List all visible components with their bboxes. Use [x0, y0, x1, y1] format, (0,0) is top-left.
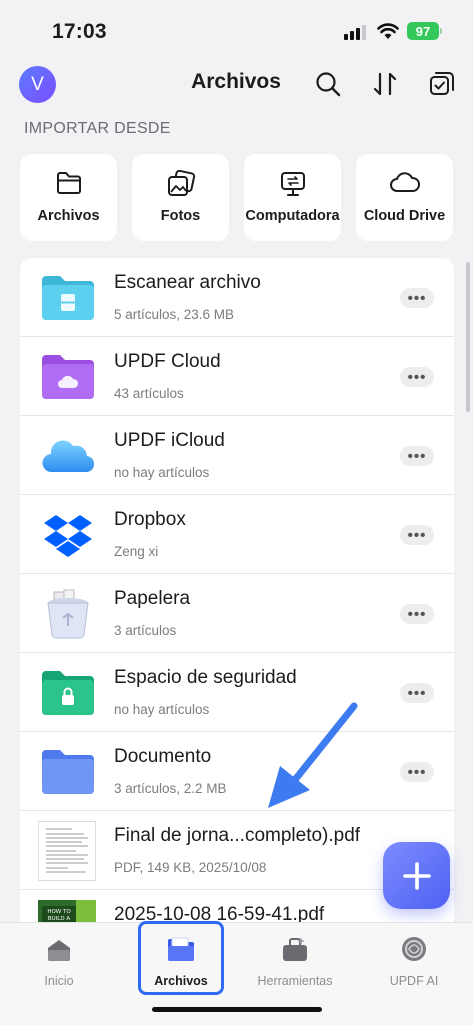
- tools-icon: [283, 937, 307, 961]
- import-label: Computadora: [245, 208, 340, 224]
- more-options-button[interactable]: •••: [400, 525, 434, 545]
- search-button[interactable]: [314, 70, 342, 98]
- import-computadora-button[interactable]: Computadora: [244, 154, 341, 241]
- list-item[interactable]: Escanear archivo 5 artículos, 23.6 MB ••…: [20, 258, 454, 337]
- item-meta: no hay artículos: [114, 702, 210, 717]
- icloud-icon: [42, 440, 95, 473]
- list-item[interactable]: Dropbox Zeng xi •••: [20, 495, 454, 574]
- import-label: Fotos: [160, 208, 201, 224]
- status-time: 17:03: [52, 20, 107, 43]
- updf-cloud-folder-icon: [42, 355, 94, 399]
- list-item[interactable]: Espacio de seguridad no hay artículos ••…: [20, 653, 454, 732]
- home-indicator: [152, 1007, 322, 1012]
- item-meta: no hay artículos: [114, 465, 210, 480]
- add-button[interactable]: [383, 842, 450, 909]
- cellular-signal-icon: [344, 25, 366, 40]
- photos-icon: [167, 170, 195, 196]
- more-options-button[interactable]: •••: [400, 367, 434, 387]
- battery-indicator: 97: [407, 22, 439, 40]
- import-cloud-drive-button[interactable]: Cloud Drive: [356, 154, 453, 241]
- status-bar: 17:03 97: [0, 0, 473, 62]
- battery-level: 97: [415, 23, 431, 39]
- item-name: Papelera: [114, 588, 191, 609]
- select-button[interactable]: [428, 70, 456, 98]
- item-meta: PDF, 149 KB, 2025/10/08: [114, 860, 267, 875]
- list-item[interactable]: Documento 3 artículos, 2.2 MB •••: [20, 732, 454, 811]
- search-icon: [316, 72, 341, 97]
- import-fotos-button[interactable]: Fotos: [132, 154, 229, 241]
- tab-label: Inicio: [44, 974, 74, 988]
- item-name: Final de jorna...completo).pdf: [114, 825, 361, 846]
- more-options-button[interactable]: •••: [400, 604, 434, 624]
- import-label: Archivos: [37, 208, 100, 224]
- trash-icon: [47, 589, 89, 639]
- active-tab-highlight: [138, 921, 224, 995]
- avatar-letter: V: [31, 73, 44, 95]
- folder-icon: [56, 172, 81, 194]
- pdf-thumbnail: [38, 821, 96, 881]
- item-name: Dropbox: [114, 509, 186, 530]
- ai-icon: [402, 937, 426, 961]
- import-label: Cloud Drive: [363, 208, 446, 224]
- item-name: UPDF Cloud: [114, 351, 221, 372]
- wifi-icon: [377, 23, 399, 39]
- battery-tip: [440, 28, 442, 34]
- more-options-button[interactable]: •••: [400, 762, 434, 782]
- tab-herramientas[interactable]: Herramientas: [250, 931, 340, 1001]
- item-name: Escanear archivo: [114, 272, 261, 293]
- tab-label: Herramientas: [257, 974, 333, 988]
- file-list: Escanear archivo 5 artículos, 23.6 MB ••…: [20, 258, 454, 938]
- cloud-icon: [389, 172, 420, 192]
- more-options-button[interactable]: •••: [400, 683, 434, 703]
- dropbox-icon: [44, 515, 92, 557]
- multi-select-icon: [430, 72, 454, 95]
- sort-icon: [373, 72, 397, 96]
- svg-text:HOW TO: HOW TO: [47, 909, 71, 915]
- document-folder-icon: [42, 750, 94, 794]
- scrollbar[interactable]: [466, 262, 470, 412]
- page-title: Archivos: [191, 70, 281, 93]
- import-section-label: IMPORTAR DESDE: [24, 120, 171, 137]
- item-meta: 3 artículos, 2.2 MB: [114, 781, 227, 796]
- list-item[interactable]: UPDF Cloud 43 artículos •••: [20, 337, 454, 416]
- annotation-arrow-icon: [268, 702, 358, 808]
- sort-button[interactable]: [371, 70, 399, 98]
- item-meta: 3 artículos: [114, 623, 177, 638]
- item-name: Espacio de seguridad: [114, 667, 297, 688]
- tab-label: UPDF AI: [389, 974, 439, 988]
- item-name: Documento: [114, 746, 212, 767]
- item-meta: Zeng xi: [114, 544, 159, 559]
- more-options-button[interactable]: •••: [400, 446, 434, 466]
- list-item[interactable]: Papelera 3 artículos •••: [20, 574, 454, 653]
- tab-updf-ai[interactable]: UPDF AI: [369, 931, 459, 1001]
- scan-folder-icon: [42, 276, 94, 320]
- security-folder-icon: [42, 671, 94, 715]
- tab-inicio[interactable]: Inicio: [14, 931, 104, 1001]
- more-options-button[interactable]: •••: [400, 288, 434, 308]
- import-archivos-button[interactable]: Archivos: [20, 154, 117, 241]
- avatar[interactable]: V: [19, 66, 56, 103]
- item-meta: 43 artículos: [114, 386, 184, 401]
- computer-icon: [280, 172, 305, 196]
- list-item[interactable]: UPDF iCloud no hay artículos •••: [20, 416, 454, 495]
- item-name: UPDF iCloud: [114, 430, 225, 451]
- home-icon: [48, 940, 70, 961]
- plus-icon: [402, 861, 431, 890]
- item-meta: 5 artículos, 23.6 MB: [114, 307, 235, 322]
